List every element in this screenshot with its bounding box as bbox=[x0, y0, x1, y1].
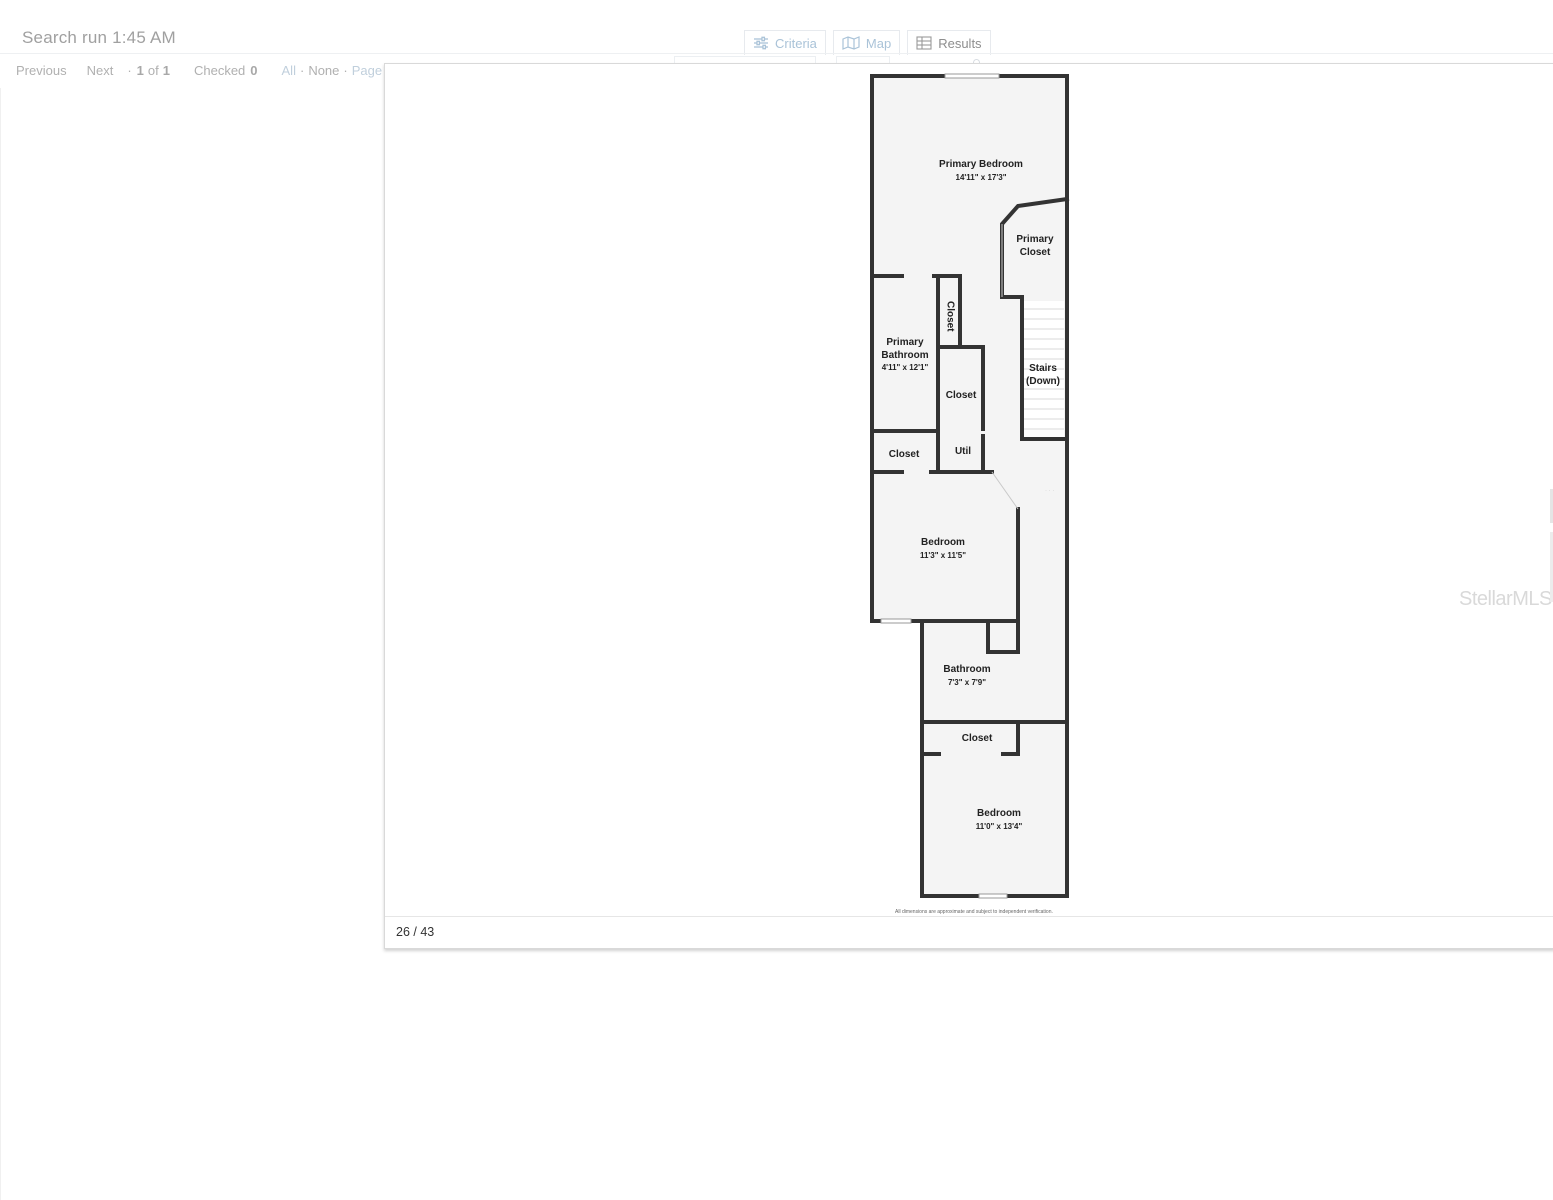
viewer-footer-divider bbox=[385, 916, 1553, 917]
room-primary-bedroom: Primary Bedroom 14'11" x 17'3" bbox=[913, 159, 1049, 184]
pager-separator: · bbox=[299, 63, 305, 78]
room-dimensions: 7'3" x 7'9" bbox=[947, 677, 987, 687]
room-primary-bathroom: Primary Bathroom 4'11" x 12'1" bbox=[874, 337, 936, 375]
disclaimer-text: All dimensions are approximate and subje… bbox=[895, 909, 1053, 915]
room-closet: Closet bbox=[945, 390, 977, 401]
next-link[interactable]: Next bbox=[87, 63, 114, 78]
room-primary-closet: Primary Closet bbox=[1016, 234, 1054, 258]
room-closet: Closet bbox=[888, 449, 920, 460]
image-watermark-small: · · · bbox=[1045, 488, 1055, 494]
page-title: Search run 1:45 AM bbox=[22, 28, 176, 47]
room-name: Bedroom bbox=[921, 537, 965, 548]
checked-label: Checked bbox=[193, 63, 246, 78]
watermark: StellarMLS bbox=[1459, 588, 1552, 610]
tabs-divider bbox=[0, 53, 1553, 54]
left-border bbox=[0, 88, 1, 1200]
room-name: Bedroom bbox=[977, 808, 1021, 819]
room-dimensions: 4'11" x 12'1" bbox=[881, 363, 929, 372]
view-tabs: Criteria Map Results bbox=[744, 30, 991, 55]
tab-results-label: Results bbox=[938, 35, 982, 51]
checked-count: 0 bbox=[250, 63, 258, 78]
tab-criteria-label: Criteria bbox=[775, 35, 817, 51]
room-name: Primary Bedroom bbox=[939, 159, 1023, 170]
floor-plan-image bbox=[870, 73, 1070, 899]
photo-counter: 26 / 43 bbox=[396, 925, 435, 939]
room-closet-vertical: Closet bbox=[944, 300, 956, 332]
page-of: of bbox=[147, 63, 159, 78]
select-all-link[interactable]: All bbox=[282, 63, 296, 78]
room-stairs-down: Stairs (Down) bbox=[1026, 363, 1060, 387]
room-closet: Closet bbox=[961, 733, 993, 744]
sliders-icon bbox=[754, 36, 768, 50]
select-none-link[interactable]: None bbox=[308, 63, 339, 78]
map-icon bbox=[842, 36, 860, 50]
pager-separator: · bbox=[127, 63, 132, 78]
page-total: 1 bbox=[162, 63, 170, 78]
room-bedroom: Bedroom 11'0" x 13'4" bbox=[949, 808, 1049, 833]
room-name: Primary Bathroom bbox=[881, 337, 929, 361]
select-page-link[interactable]: Page bbox=[352, 63, 382, 78]
results-pager: Previous Next · 1 of 1 Checked 0 All · N… bbox=[16, 63, 382, 78]
room-bathroom: Bathroom 7'3" x 7'9" bbox=[923, 664, 1011, 689]
tab-criteria[interactable]: Criteria bbox=[744, 30, 826, 55]
room-util: Util bbox=[954, 446, 972, 457]
pager-separator: · bbox=[343, 63, 348, 78]
tab-map-label: Map bbox=[865, 35, 892, 51]
room-bedroom: Bedroom 11'3" x 11'5" bbox=[893, 537, 993, 562]
table-icon bbox=[916, 36, 932, 50]
previous-link[interactable]: Previous bbox=[16, 63, 67, 78]
room-dimensions: 11'3" x 11'5" bbox=[919, 550, 967, 560]
room-name: Bathroom bbox=[943, 664, 991, 675]
photo-viewer: Primary Bedroom 14'11" x 17'3" Primary C… bbox=[384, 63, 1553, 949]
tab-results[interactable]: Results bbox=[907, 30, 991, 55]
tab-map[interactable]: Map bbox=[832, 30, 901, 55]
room-dimensions: 14'11" x 17'3" bbox=[955, 172, 1007, 182]
room-dimensions: 11'0" x 13'4" bbox=[975, 821, 1023, 831]
page-current: 1 bbox=[136, 63, 144, 78]
